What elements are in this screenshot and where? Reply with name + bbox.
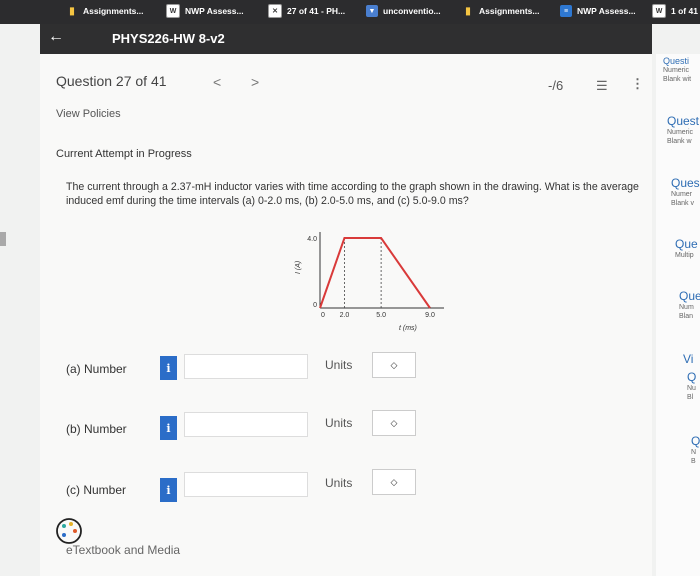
x-axis-label: t (ms) <box>399 325 417 332</box>
sidebar-item[interactable]: Que Multip <box>675 237 698 260</box>
question-list-icon[interactable]: ☰ <box>596 78 608 94</box>
attempt-status: Current Attempt in Progress <box>56 148 192 160</box>
answer-a-number-input[interactable] <box>184 354 308 379</box>
bar-chart-icon: ▮ <box>69 5 75 17</box>
answer-b-units-select[interactable]: ◇ <box>372 410 416 436</box>
sidebar-item[interactable]: Vi <box>683 352 693 366</box>
guide-lines <box>344 238 382 308</box>
sidebar-item[interactable]: Ques Numer Blank v <box>671 176 700 208</box>
etextbook-link[interactable]: eTextbook and Media <box>66 543 180 557</box>
w-icon: W <box>166 4 180 18</box>
info-icon[interactable]: i <box>160 478 177 502</box>
sidebar-item[interactable]: Q Nu Bl <box>687 370 696 402</box>
funnel-icon: ▼ <box>366 5 378 17</box>
previous-question-button[interactable]: < <box>213 74 221 90</box>
window-edge <box>0 232 6 246</box>
browser-tab-bar: ▮ Assignments... W NWP Assess... ✕ 27 of… <box>0 0 700 24</box>
y-tick-labels: 04.0 <box>307 236 317 309</box>
current-series-line <box>319 237 431 309</box>
answer-c-label: (c) Number <box>66 483 127 497</box>
answer-b-number-input[interactable] <box>184 412 308 437</box>
current-vs-time-graph: 0 2.0 5.0 9.0 04.0 I (A) t (ms) <box>295 232 444 332</box>
answer-b-label: (b) Number <box>66 422 127 436</box>
course-title: PHYS226-HW 8-v2 <box>112 31 225 46</box>
sidebar-item[interactable]: Q N B <box>691 434 700 466</box>
next-question-button[interactable]: > <box>251 74 259 90</box>
sidebar-item[interactable]: Que Num Blan <box>679 289 700 321</box>
nwp-icon: ≡ <box>560 5 572 17</box>
x-tick-labels: 0 2.0 5.0 9.0 <box>321 312 435 319</box>
answer-c-units-label: Units <box>325 476 353 490</box>
w-icon: W <box>652 4 666 18</box>
question-title: Question 27 of 41 <box>56 73 167 89</box>
tab-assignments[interactable]: ▮ Assignments... <box>66 0 143 22</box>
answer-a-units-select[interactable]: ◇ <box>372 352 416 378</box>
tab-1-of-41[interactable]: W 1 of 41 <box>652 0 698 22</box>
tab-assignments-2[interactable]: ▮ Assignments... <box>462 0 539 22</box>
tab-unconventional[interactable]: ▼ unconventio... <box>366 0 441 22</box>
x-tick-label: 0 <box>321 312 325 319</box>
info-icon[interactable]: i <box>160 356 177 380</box>
x-tick-label: 5.0 <box>376 312 386 319</box>
question-sidebar: Questi Numeric Blank wit Quest Numeric B… <box>656 54 700 576</box>
tab-question-27[interactable]: ✕ 27 of 41 - PH... <box>268 0 345 22</box>
y-tick-label: 4.0 <box>307 236 317 243</box>
info-icon[interactable]: i <box>160 416 177 440</box>
more-options-icon[interactable]: ⋮ <box>631 76 644 92</box>
answer-c-number-input[interactable] <box>184 472 308 497</box>
chevron-up-down-icon: ◇ <box>390 476 398 487</box>
back-arrow-icon[interactable]: ← <box>48 28 64 46</box>
question-text: The current through a 2.37-mH inductor v… <box>66 181 639 207</box>
question-score: -/6 <box>548 78 564 93</box>
x-tick-label: 9.0 <box>425 312 435 319</box>
answer-a-units-label: Units <box>325 358 353 372</box>
y-axis-label: I (A) <box>295 261 302 274</box>
bar-chart-icon: ▮ <box>465 5 471 17</box>
view-policies-link[interactable]: View Policies <box>56 108 121 120</box>
answer-c-units-select[interactable]: ◇ <box>372 469 416 495</box>
answer-a-label: (a) Number <box>66 362 127 376</box>
answer-b-units-label: Units <box>325 416 353 430</box>
y-tick-label: 0 <box>313 302 317 309</box>
chevron-up-down-icon: ◇ <box>390 359 398 370</box>
chevron-up-down-icon: ◇ <box>390 417 398 428</box>
tab-nwp-assess[interactable]: W NWP Assess... <box>166 0 244 22</box>
x-box-icon: ✕ <box>268 4 282 18</box>
sidebar-item[interactable]: Questi Numeric Blank wit <box>663 56 691 84</box>
tab-nwp-assess-2[interactable]: ≡ NWP Assess... <box>560 0 636 22</box>
sidebar-item[interactable]: Quest Numeric Blank w <box>667 114 699 146</box>
x-tick-label: 2.0 <box>340 312 350 319</box>
